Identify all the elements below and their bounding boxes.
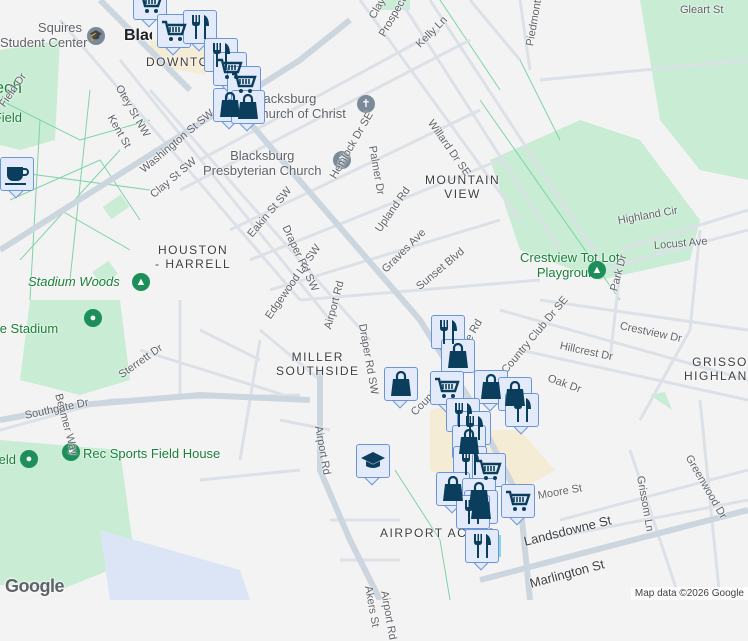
neighborhood-miller-southside: MILLER SOUTHSIDE xyxy=(276,350,360,378)
google-logo: Google xyxy=(5,576,65,596)
sports-pin-icon[interactable]: ● xyxy=(20,450,38,468)
place-rec-sports-field-house[interactable]: Rec Sports Field House xyxy=(83,446,220,461)
shopping-cart-marker[interactable] xyxy=(501,484,535,526)
place-lane-stadium[interactable]: Lane Stadium xyxy=(0,321,58,336)
shopping-bag-icon xyxy=(384,367,418,401)
shopping-bag-marker[interactable] xyxy=(231,90,265,132)
tree-pin-icon[interactable]: ▲ xyxy=(132,273,150,291)
coffee-icon xyxy=(0,157,34,191)
map-attribution[interactable]: Map data ©2026 Google xyxy=(630,587,748,600)
school-icon xyxy=(356,444,390,478)
shopping-bag-marker[interactable] xyxy=(384,367,418,409)
shopping-bag-icon xyxy=(231,90,265,124)
neighborhood-houston-harrell: HOUSTON - HARRELL xyxy=(155,243,232,271)
shopping-cart-icon xyxy=(501,484,535,518)
map-canvas[interactable] xyxy=(0,0,748,600)
place-field: Field xyxy=(0,452,16,467)
shopping-cart-icon xyxy=(430,371,464,405)
street-label: Gleart St xyxy=(680,4,724,16)
place-blacksburg: Blacksburg xyxy=(124,28,152,43)
place-presbyterian-church[interactable]: Blacksburg Presbyterian Church xyxy=(203,148,322,178)
school-marker[interactable] xyxy=(356,444,390,486)
water-area xyxy=(100,530,250,600)
stadium-pin-icon[interactable]: ● xyxy=(84,309,102,327)
place-field: Field xyxy=(0,110,22,125)
shopping-bag-icon xyxy=(441,339,475,373)
place-church-of-christ[interactable]: Blacksburg Church of Christ xyxy=(252,91,346,121)
place-squires-student-center[interactable]: Squires Student Center xyxy=(0,20,87,50)
neighborhood-grissom-highlands: GRISSOM HIGHLANDS xyxy=(684,355,748,383)
place-stadium-woods[interactable]: Stadium Woods xyxy=(28,274,120,289)
playground-pin-icon[interactable]: ▲ xyxy=(588,261,606,279)
school-pin-icon[interactable]: 🎓 xyxy=(87,27,105,45)
restaurant-icon xyxy=(465,529,499,563)
shopping-cart-icon xyxy=(157,14,191,48)
restaurant-marker[interactable] xyxy=(505,393,539,435)
restaurant-marker[interactable] xyxy=(465,529,499,571)
restaurant-icon xyxy=(505,393,539,427)
coffee-marker[interactable] xyxy=(0,157,34,199)
